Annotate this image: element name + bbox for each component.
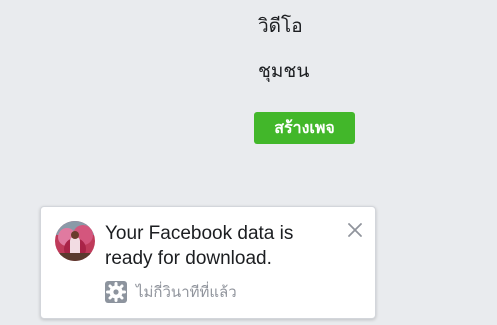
avatar	[55, 221, 95, 261]
notification-message: Your Facebook data is ready for download…	[105, 223, 294, 269]
notification-timestamp: ไม่กี่วินาทีที่แล้ว	[136, 283, 237, 301]
menu-item-video[interactable]: วิดีโอ	[258, 14, 303, 38]
avatar-image	[55, 221, 95, 261]
gear-icon	[105, 281, 127, 303]
create-page-button[interactable]: สร้างเพจ	[254, 112, 355, 144]
notification-toast[interactable]: Your Facebook data is ready for download…	[40, 206, 376, 319]
close-icon[interactable]	[346, 221, 364, 239]
menu-item-community[interactable]: ชุมชน	[258, 59, 309, 83]
notification-meta: ไม่กี่วินาทีที่แล้ว	[105, 281, 237, 303]
